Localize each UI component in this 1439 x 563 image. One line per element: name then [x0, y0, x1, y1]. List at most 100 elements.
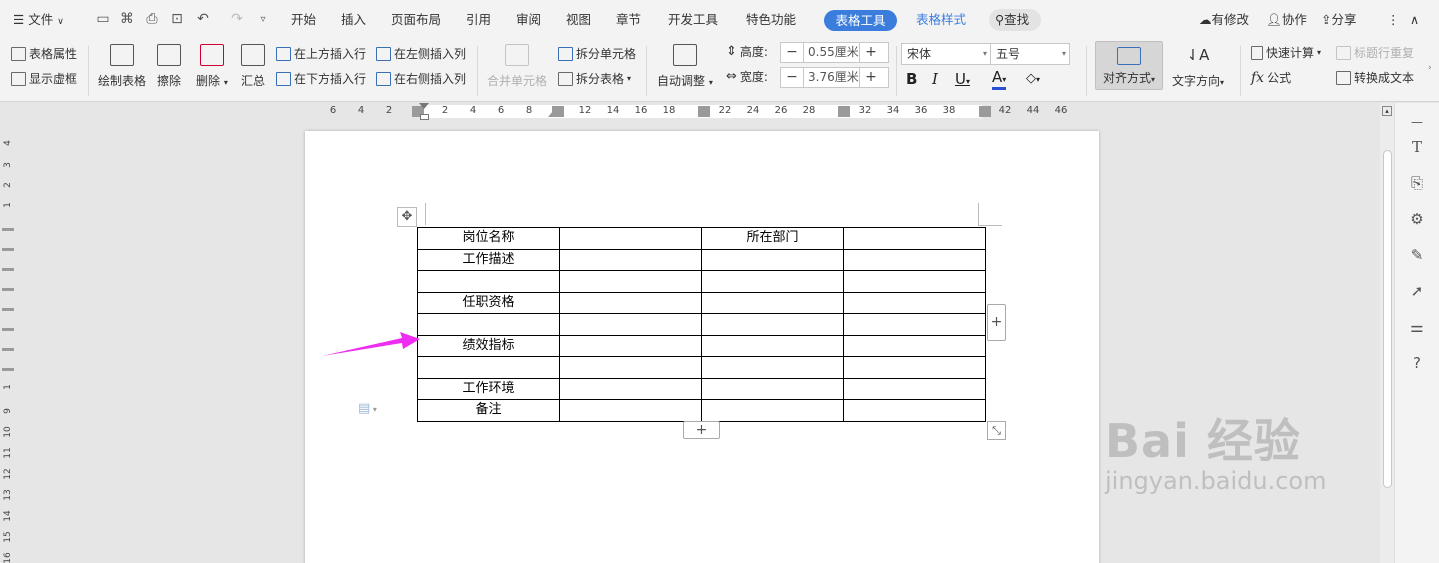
table-move-handle[interactable]: ✥ — [397, 207, 417, 227]
decrease-height-button[interactable]: − — [781, 43, 803, 62]
table-cell[interactable]: 绩效指标 — [417, 334, 560, 357]
convert-to-text-button[interactable]: 转换成文本 — [1336, 70, 1414, 86]
bold-icon[interactable]: B — [906, 70, 917, 88]
column-width-value[interactable]: 3.76厘米 — [803, 68, 860, 87]
row-height-value[interactable]: 0.55厘米 — [803, 43, 860, 62]
collaborate-button[interactable]: 👤︎协作 — [1266, 12, 1307, 28]
ruler-row-marker[interactable] — [2, 248, 14, 251]
table-cell[interactable]: 备注 — [417, 399, 560, 422]
tab-review[interactable]: 审阅 — [516, 12, 541, 28]
tab-home[interactable]: 开始 — [291, 12, 316, 28]
insert-row-below-button[interactable]: 在下方插入行 — [276, 71, 366, 87]
customize-dropdown-icon[interactable]: ▿ — [254, 10, 272, 28]
tab-page-layout[interactable]: 页面布局 — [391, 12, 441, 28]
tab-table-tools[interactable]: 表格工具 — [824, 10, 897, 31]
table-cell[interactable] — [843, 227, 986, 250]
tab-chapter[interactable]: 章节 — [616, 12, 641, 28]
text-style-icon[interactable]: T — [1407, 137, 1427, 157]
insert-col-left-button[interactable]: 在左侧插入列 — [376, 46, 466, 62]
ribbon-scroll-icon[interactable]: › — [1428, 60, 1432, 76]
column-width-spinner[interactable]: − 3.76厘米 + — [780, 67, 889, 88]
tab-table-style[interactable]: 表格样式 — [916, 12, 966, 28]
table-cell[interactable] — [701, 313, 844, 336]
ruler-row-marker[interactable] — [2, 368, 14, 371]
undo-icon[interactable]: ↶ — [194, 10, 212, 28]
draw-table-button[interactable]: 绘制表格 — [98, 44, 146, 89]
text-direction-button[interactable]: ⇃A 文字方向▾ — [1172, 44, 1224, 89]
ruler-column-marker[interactable] — [979, 106, 991, 117]
table-cell[interactable] — [559, 227, 702, 250]
table-cell[interactable] — [843, 356, 986, 379]
first-line-indent-marker[interactable] — [419, 103, 429, 109]
font-name-select[interactable]: 宋体 ▾ — [901, 43, 991, 65]
table-cell[interactable] — [559, 356, 702, 379]
highlight-icon[interactable]: ◇▾ — [1026, 70, 1040, 89]
table-cell[interactable] — [559, 291, 702, 314]
table-cell[interactable]: 岗位名称 — [417, 227, 560, 250]
print-icon[interactable]: ⎙ — [143, 10, 161, 28]
auto-fit-button[interactable]: 自动调整 ▾ — [657, 44, 713, 89]
vertical-scrollbar[interactable]: ▴ — [1380, 103, 1394, 563]
italic-icon[interactable]: I — [932, 70, 938, 88]
table-cell[interactable] — [559, 313, 702, 336]
tab-insert[interactable]: 插入 — [341, 12, 366, 28]
ruler-row-marker[interactable] — [2, 288, 14, 291]
table-cell[interactable] — [701, 248, 844, 271]
increase-width-button[interactable]: + — [860, 68, 882, 87]
underline-icon[interactable]: U▾ — [955, 70, 970, 91]
tab-special-features[interactable]: 特色功能 — [746, 12, 796, 28]
decrease-width-button[interactable]: − — [781, 68, 803, 87]
redo-icon[interactable]: ↷ — [228, 10, 246, 28]
table-cell[interactable] — [843, 377, 986, 400]
repeat-header-button[interactable]: 标题行重复 — [1336, 45, 1414, 61]
format-painter-icon[interactable]: ⌘ — [118, 10, 136, 28]
table-cell[interactable] — [417, 313, 560, 336]
more-menu-icon[interactable]: ⋮ — [1387, 12, 1400, 28]
table-cell[interactable] — [843, 313, 986, 336]
table-cell[interactable] — [843, 334, 986, 357]
merge-cells-button[interactable]: 合并单元格 — [487, 44, 547, 89]
table-cell[interactable] — [559, 399, 702, 422]
search-button[interactable]: ⚲查找 — [989, 9, 1041, 31]
modified-status[interactable]: ☁有修改 — [1199, 12, 1249, 28]
horizontal-ruler[interactable]: 6 4 2 2 4 6 8 12 14 16 18 22 24 26 28 32… — [0, 103, 1380, 120]
split-table-button[interactable]: 拆分表格 ▾ — [558, 71, 631, 87]
panel-collapse-icon[interactable]: — — [1407, 112, 1427, 132]
font-size-select[interactable]: 五号 ▾ — [990, 43, 1070, 65]
insert-row-above-button[interactable]: 在上方插入行 — [276, 46, 366, 62]
font-color-icon[interactable]: A▾ — [992, 70, 1007, 90]
tab-developer[interactable]: 开发工具 — [668, 12, 718, 28]
adjust-slider-icon[interactable]: ⚌ — [1407, 317, 1427, 337]
ruler-column-marker[interactable] — [698, 106, 710, 117]
increase-height-button[interactable]: + — [860, 43, 882, 62]
ruler-row-marker[interactable] — [2, 268, 14, 271]
add-column-button[interactable]: + — [987, 304, 1006, 341]
collapse-ribbon-icon[interactable]: ∧ — [1410, 12, 1419, 28]
table-cell[interactable] — [559, 248, 702, 271]
tab-view[interactable]: 视图 — [566, 12, 591, 28]
table-cell[interactable] — [701, 356, 844, 379]
left-indent-marker[interactable] — [420, 114, 429, 120]
help-icon[interactable]: ? — [1407, 353, 1427, 373]
delete-button[interactable]: 删除 ▾ — [196, 44, 228, 89]
ruler-row-marker[interactable] — [2, 328, 14, 331]
add-row-button[interactable]: + — [683, 421, 720, 439]
save-icon[interactable]: ▭ — [94, 10, 112, 28]
scrollbar-thumb[interactable] — [1383, 150, 1392, 488]
vertical-ruler[interactable]: 4 3 2 1 1 9 10 11 12 13 14 15 16 — [0, 120, 15, 563]
table-cell[interactable] — [843, 270, 986, 293]
table-cell[interactable] — [701, 377, 844, 400]
table-cell[interactable] — [701, 399, 844, 422]
print-preview-icon[interactable]: ⊡ — [168, 10, 186, 28]
table-cell[interactable] — [843, 291, 986, 314]
table-cell[interactable] — [701, 291, 844, 314]
table-cell[interactable] — [843, 248, 986, 271]
file-menu[interactable]: ☰ 文件 ∨ — [13, 12, 64, 30]
table-cell[interactable] — [559, 334, 702, 357]
table-cell[interactable] — [843, 399, 986, 422]
table-cell[interactable] — [417, 356, 560, 379]
table-cell[interactable]: 任职资格 — [417, 291, 560, 314]
table-cell[interactable] — [417, 270, 560, 293]
scroll-top-icon[interactable]: ▴ — [1382, 106, 1392, 116]
job-description-table[interactable]: 岗位名称 所在部门 工作描述 任职资格 绩效指标 工作环境 备注 — [417, 227, 986, 422]
